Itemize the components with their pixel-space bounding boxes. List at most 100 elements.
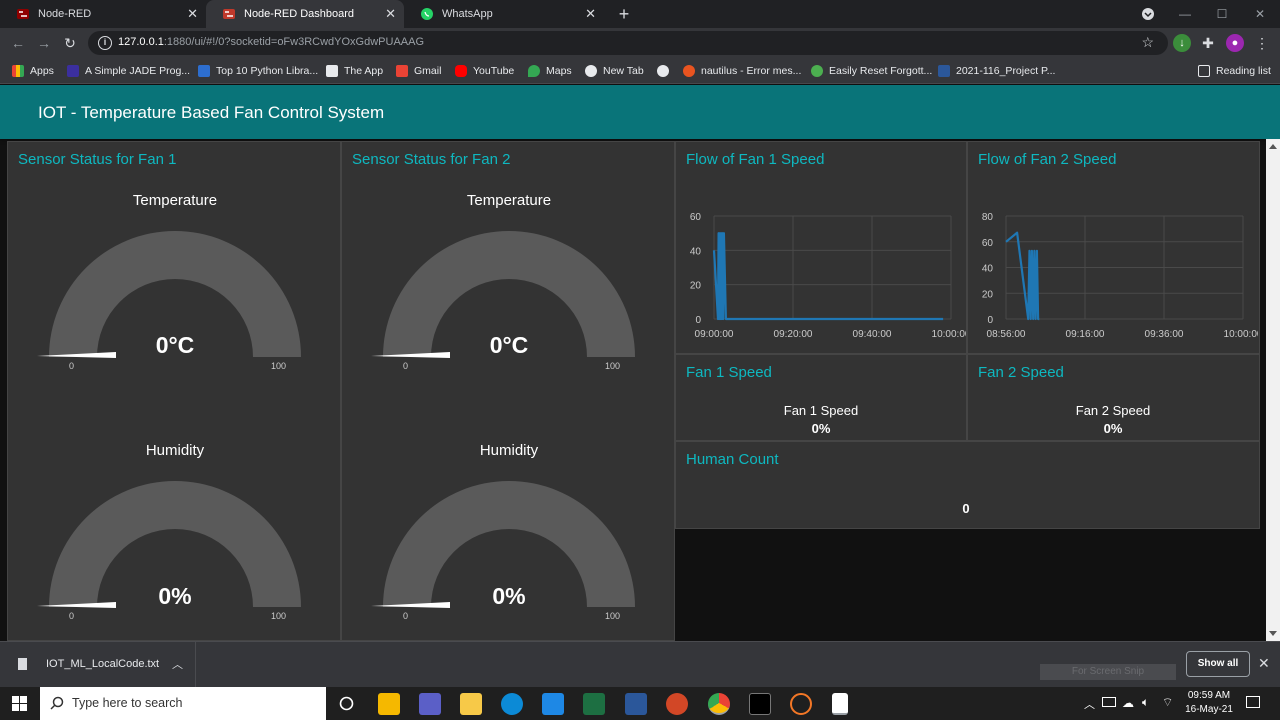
page-scrollbar[interactable] bbox=[1266, 139, 1280, 641]
gauge-min: 0 bbox=[403, 361, 409, 371]
word-icon[interactable] bbox=[625, 693, 647, 715]
forward-icon[interactable]: → bbox=[34, 33, 54, 53]
card-title: Sensor Status for Fan 2 bbox=[352, 151, 511, 168]
bookmark-new-tab[interactable]: New Tab bbox=[585, 63, 644, 79]
extension-download-icon[interactable]: ↓ bbox=[1173, 34, 1191, 52]
fan2-flow-card: Flow of Fan 2 Speed 0 20 40 60 80 08:56:00 09:… bbox=[967, 141, 1260, 354]
bookmark-the-app[interactable]: The App bbox=[326, 63, 383, 79]
y-tick-label: 0 bbox=[987, 315, 993, 326]
gauge-max: 100 bbox=[271, 611, 287, 621]
bookmark-jade[interactable]: A Simple JADE Prog... bbox=[67, 63, 190, 79]
bookmark-star-icon[interactable]: ☆ bbox=[1141, 34, 1154, 51]
store-icon[interactable] bbox=[378, 693, 400, 715]
file-explorer-icon[interactable] bbox=[460, 693, 482, 715]
chrome-icon[interactable] bbox=[708, 693, 730, 715]
y-tick-label: 0 bbox=[695, 315, 701, 326]
bookmark-python[interactable]: Top 10 Python Libra... bbox=[198, 63, 318, 79]
address-bar[interactable]: i 127.0.0.1:1880/ui/#!/0?socketid=oFw3RC… bbox=[88, 31, 1168, 55]
excel-icon[interactable] bbox=[583, 693, 605, 715]
powerpoint-icon[interactable] bbox=[666, 693, 688, 715]
bookmark-maps[interactable]: Maps bbox=[528, 63, 572, 79]
globe-icon bbox=[657, 65, 669, 77]
bookmark-youtube[interactable]: YouTube bbox=[455, 63, 514, 79]
jupyter-icon[interactable] bbox=[790, 693, 812, 715]
browser-toolbar: ← → ↻ i 127.0.0.1:1880/ui/#!/0?socketid=… bbox=[0, 28, 1280, 58]
close-tab-icon[interactable]: ✕ bbox=[585, 7, 596, 20]
node-red-icon bbox=[16, 7, 30, 21]
text-file-icon bbox=[18, 658, 27, 670]
profile-avatar[interactable]: ● bbox=[1226, 34, 1244, 52]
apps-grid-icon bbox=[12, 65, 24, 77]
mail-icon[interactable] bbox=[542, 693, 564, 715]
terminal-icon[interactable] bbox=[749, 693, 771, 715]
notepad-icon[interactable] bbox=[832, 693, 848, 715]
close-tab-icon[interactable]: ✕ bbox=[187, 7, 198, 20]
bookmark-gmail[interactable]: Gmail bbox=[396, 63, 441, 79]
fan2-speed-label: Fan 2 Speed bbox=[1075, 403, 1151, 418]
show-all-button[interactable]: Show all bbox=[1186, 651, 1250, 677]
menu-kebab-icon[interactable]: ⋮ bbox=[1253, 34, 1271, 52]
y-tick-label: 60 bbox=[982, 238, 994, 249]
gauge-max: 100 bbox=[605, 611, 621, 621]
whatsapp-icon bbox=[420, 7, 434, 21]
bookmark-reset[interactable]: Easily Reset Forgott... bbox=[811, 63, 932, 79]
fan2-speed-chart: 0 20 40 60 80 08:56:00 09:16:00 09:36:00 10:00:0… bbox=[982, 212, 1258, 340]
gauge-min: 0 bbox=[403, 611, 409, 621]
fan1-sensor-card: Sensor Status for Fan 1 Temperature 0°C … bbox=[7, 141, 341, 641]
chevron-up-icon[interactable]: ︿ bbox=[1084, 696, 1095, 712]
site-info-icon[interactable]: i bbox=[98, 36, 112, 50]
scroll-down-icon[interactable] bbox=[1269, 631, 1277, 636]
scroll-up-icon[interactable] bbox=[1269, 144, 1277, 149]
reading-list[interactable]: Reading list bbox=[1198, 63, 1271, 79]
bookmark-globe[interactable] bbox=[657, 63, 675, 79]
bookmark-nautilus[interactable]: nautilus - Error mes... bbox=[683, 63, 801, 79]
onedrive-icon[interactable]: ☁ bbox=[1122, 696, 1134, 710]
y-tick-label: 80 bbox=[982, 212, 994, 223]
maximize-icon[interactable]: ☐ bbox=[1212, 4, 1232, 24]
minimize-icon[interactable]: — bbox=[1175, 4, 1195, 24]
askubuntu-icon bbox=[683, 65, 695, 77]
volume-icon[interactable]: 🔈︎ bbox=[1142, 695, 1149, 710]
snip-toast: For Screen Snip bbox=[1040, 664, 1176, 680]
teams-icon[interactable] bbox=[419, 693, 441, 715]
extensions-puzzle-icon[interactable]: ✚ bbox=[1199, 34, 1217, 52]
tab-search-icon[interactable] bbox=[1138, 4, 1158, 24]
cortana-icon[interactable] bbox=[339, 696, 354, 711]
battery-icon[interactable] bbox=[1102, 697, 1116, 707]
back-icon[interactable]: ← bbox=[8, 33, 28, 53]
reload-icon[interactable]: ↻ bbox=[60, 33, 80, 53]
system-clock[interactable]: 09:59 AM 16-May-21 bbox=[1178, 689, 1240, 717]
word-doc-icon bbox=[938, 65, 950, 77]
fan-speed-series-line bbox=[1005, 231, 1040, 321]
close-window-icon[interactable]: ✕ bbox=[1250, 4, 1270, 24]
x-tick-label: 09:16:00 bbox=[1066, 329, 1105, 340]
card-title: Flow of Fan 1 Speed bbox=[686, 151, 825, 168]
notifications-icon[interactable] bbox=[1246, 696, 1260, 708]
app-icon bbox=[326, 65, 338, 77]
taskbar-search[interactable]: Type here to search bbox=[40, 687, 326, 720]
humidity-label: Humidity bbox=[145, 442, 205, 459]
y-tick-label: 40 bbox=[690, 246, 702, 257]
tab-whatsapp[interactable]: WhatsApp ✕ bbox=[404, 0, 604, 28]
x-tick-label: 09:40:00 bbox=[853, 329, 892, 340]
bookmark-project[interactable]: 2021-116_Project P... bbox=[938, 63, 1055, 79]
chevron-up-icon[interactable]: ︿ bbox=[172, 656, 183, 672]
gauge-max: 100 bbox=[605, 361, 621, 371]
windows-start-icon[interactable] bbox=[12, 696, 27, 711]
close-tab-icon[interactable]: ✕ bbox=[385, 7, 396, 20]
humidity-value: 0% bbox=[492, 583, 526, 609]
y-tick-label: 20 bbox=[982, 289, 994, 300]
edge-icon[interactable] bbox=[501, 693, 523, 715]
download-item[interactable]: IOT_ML_LocalCode.txt ︿ bbox=[0, 642, 196, 688]
tab-node-red-dashboard[interactable]: Node-RED Dashboard ✕ bbox=[206, 0, 404, 28]
temperature-label: Temperature bbox=[466, 192, 552, 209]
reading-list-icon bbox=[1198, 65, 1210, 77]
clock-date: 16-May-21 bbox=[1185, 704, 1233, 715]
fan1-speed-label: Fan 1 Speed bbox=[783, 403, 859, 418]
close-downloads-icon[interactable]: ✕ bbox=[1258, 655, 1270, 672]
tab-node-red[interactable]: Node-RED ✕ bbox=[0, 0, 206, 28]
bookmark-apps[interactable]: Apps bbox=[12, 63, 54, 79]
tab-strip: Node-RED ✕ Node-RED Dashboard ✕ WhatsApp… bbox=[0, 0, 1280, 28]
wifi-icon[interactable]: ⌔ bbox=[1162, 695, 1173, 710]
new-tab-button[interactable]: + bbox=[614, 4, 634, 24]
